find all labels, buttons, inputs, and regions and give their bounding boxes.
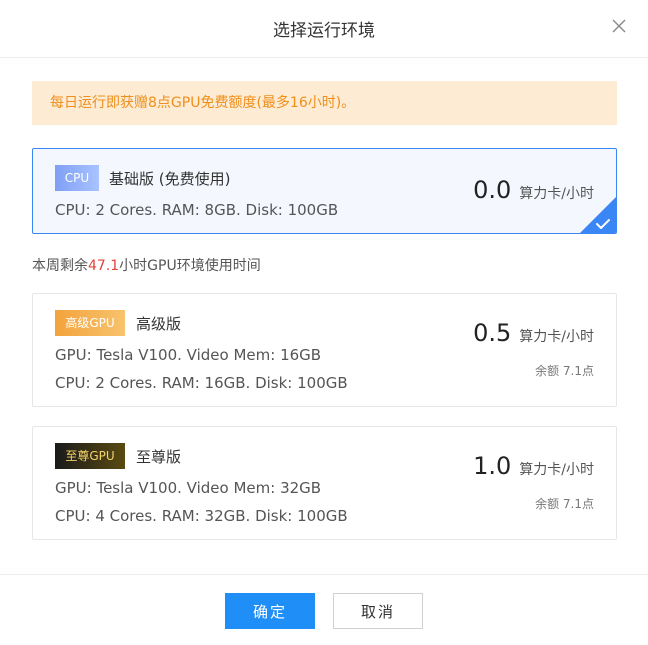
check-icon xyxy=(580,197,616,233)
quota-suffix: 小时GPU环境使用时间 xyxy=(119,258,261,274)
dialog-header: 选择运行环境 xyxy=(0,0,648,58)
dialog-title: 选择运行环境 xyxy=(273,21,375,41)
weekly-quota: 本周剩余47.1小时GPU环境使用时间 xyxy=(32,255,261,275)
quota-hours: 47.1 xyxy=(88,258,120,274)
free-quota-notice: 每日运行即获赠8点GPU免费额度(最多16小时)。 xyxy=(32,81,617,125)
environment-dialog: 选择运行环境 每日运行即获赠8点GPU免费额度(最多16小时)。 CPU 基础版… xyxy=(0,0,648,644)
price-value: 0.5 xyxy=(473,319,512,347)
confirm-button[interactable]: 确定 xyxy=(225,593,315,629)
plan-spec-cpu-advanced: CPU: 2 Cores. RAM: 16GB. Disk: 100GB xyxy=(55,374,348,392)
price-unit: 算力卡/小时 xyxy=(519,329,594,345)
plan-price-cpu: 0.0 算力卡/小时 xyxy=(473,176,594,204)
plan-balance-supreme: 余额 7.1点 xyxy=(535,497,594,511)
plan-badge-supreme: 至尊GPU xyxy=(55,443,125,469)
close-icon[interactable] xyxy=(612,19,626,33)
plan-name-cpu: 基础版 (免费使用) xyxy=(109,170,231,188)
plan-price-advanced: 0.5 算力卡/小时 xyxy=(473,319,594,347)
price-unit: 算力卡/小时 xyxy=(519,462,594,478)
plan-card-supreme[interactable]: 至尊GPU 至尊版 GPU: Tesla V100. Video Mem: 32… xyxy=(32,426,617,540)
quota-prefix: 本周剩余 xyxy=(32,258,88,274)
plan-spec-cpu: CPU: 2 Cores. RAM: 8GB. Disk: 100GB xyxy=(55,201,339,219)
plan-card-cpu[interactable]: CPU 基础版 (免费使用) CPU: 2 Cores. RAM: 8GB. D… xyxy=(32,148,617,234)
dialog-footer: 确定 取消 xyxy=(0,574,648,645)
price-value: 0.0 xyxy=(473,176,512,204)
cancel-button[interactable]: 取消 xyxy=(333,593,423,629)
price-value: 1.0 xyxy=(473,452,512,480)
plan-balance-advanced: 余额 7.1点 xyxy=(535,364,594,378)
plan-badge-advanced: 高级GPU xyxy=(55,310,125,336)
plan-spec-gpu-supreme: GPU: Tesla V100. Video Mem: 32GB xyxy=(55,479,322,497)
plan-name-supreme: 至尊版 xyxy=(136,448,182,466)
plan-spec-gpu-advanced: GPU: Tesla V100. Video Mem: 16GB xyxy=(55,346,322,364)
plan-card-advanced[interactable]: 高级GPU 高级版 GPU: Tesla V100. Video Mem: 16… xyxy=(32,293,617,407)
plan-spec-cpu-supreme: CPU: 4 Cores. RAM: 32GB. Disk: 100GB xyxy=(55,507,348,525)
plan-price-supreme: 1.0 算力卡/小时 xyxy=(473,452,594,480)
plan-name-advanced: 高级版 xyxy=(136,315,182,333)
plan-badge-cpu: CPU xyxy=(55,165,99,191)
